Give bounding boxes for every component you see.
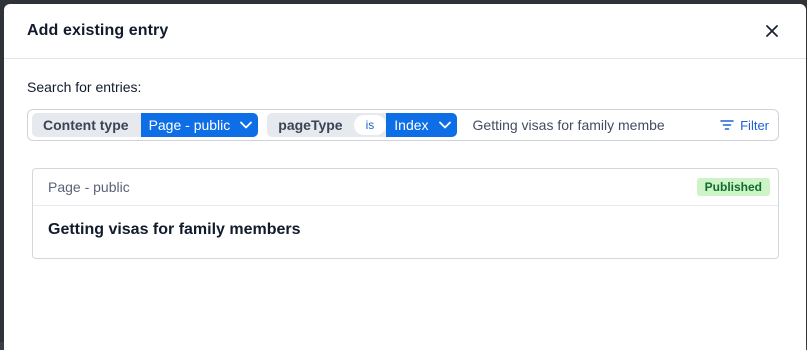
- chevron-down-icon: [438, 121, 451, 129]
- content-type-value: Page - public: [148, 117, 231, 133]
- filter-button-label: Filter: [740, 117, 769, 133]
- page-type-select[interactable]: Index: [386, 113, 457, 137]
- entry-title: Getting visas for family members: [48, 221, 301, 238]
- close-icon: [766, 25, 778, 37]
- entry-card-header: Page - public Published: [33, 169, 778, 206]
- close-button[interactable]: [761, 20, 783, 42]
- content-type-select[interactable]: Page - public: [140, 113, 259, 137]
- status-badge: Published: [696, 178, 770, 196]
- entry-content-type: Page - public: [48, 179, 130, 195]
- search-bar[interactable]: Content type Page - public pageType is I…: [27, 109, 779, 141]
- filter-pill-content-type[interactable]: Content type Page - public: [32, 113, 259, 137]
- filter-button[interactable]: Filter: [720, 118, 778, 133]
- filter-pill-page-type[interactable]: pageType is Index: [267, 113, 457, 137]
- modal-title: Add existing entry: [27, 22, 169, 39]
- filter-operator-label: is: [353, 115, 387, 135]
- filter-key-page-type: pageType: [267, 113, 355, 137]
- add-existing-entry-dialog: Add existing entry Search for entries: C…: [4, 4, 806, 350]
- search-query-input[interactable]: Getting visas for family membe: [466, 117, 713, 133]
- chevron-down-icon: [240, 121, 253, 129]
- modal-body: Search for entries: Content type Page - …: [4, 59, 806, 141]
- modal-header: Add existing entry: [4, 4, 806, 59]
- filter-operator[interactable]: is: [353, 113, 387, 137]
- page-type-value: Index: [394, 117, 429, 133]
- filter-key-content-type: Content type: [32, 113, 141, 137]
- filter-icon: [720, 120, 734, 130]
- entry-card[interactable]: Page - public Published Getting visas fo…: [32, 168, 779, 259]
- search-label: Search for entries:: [27, 79, 142, 95]
